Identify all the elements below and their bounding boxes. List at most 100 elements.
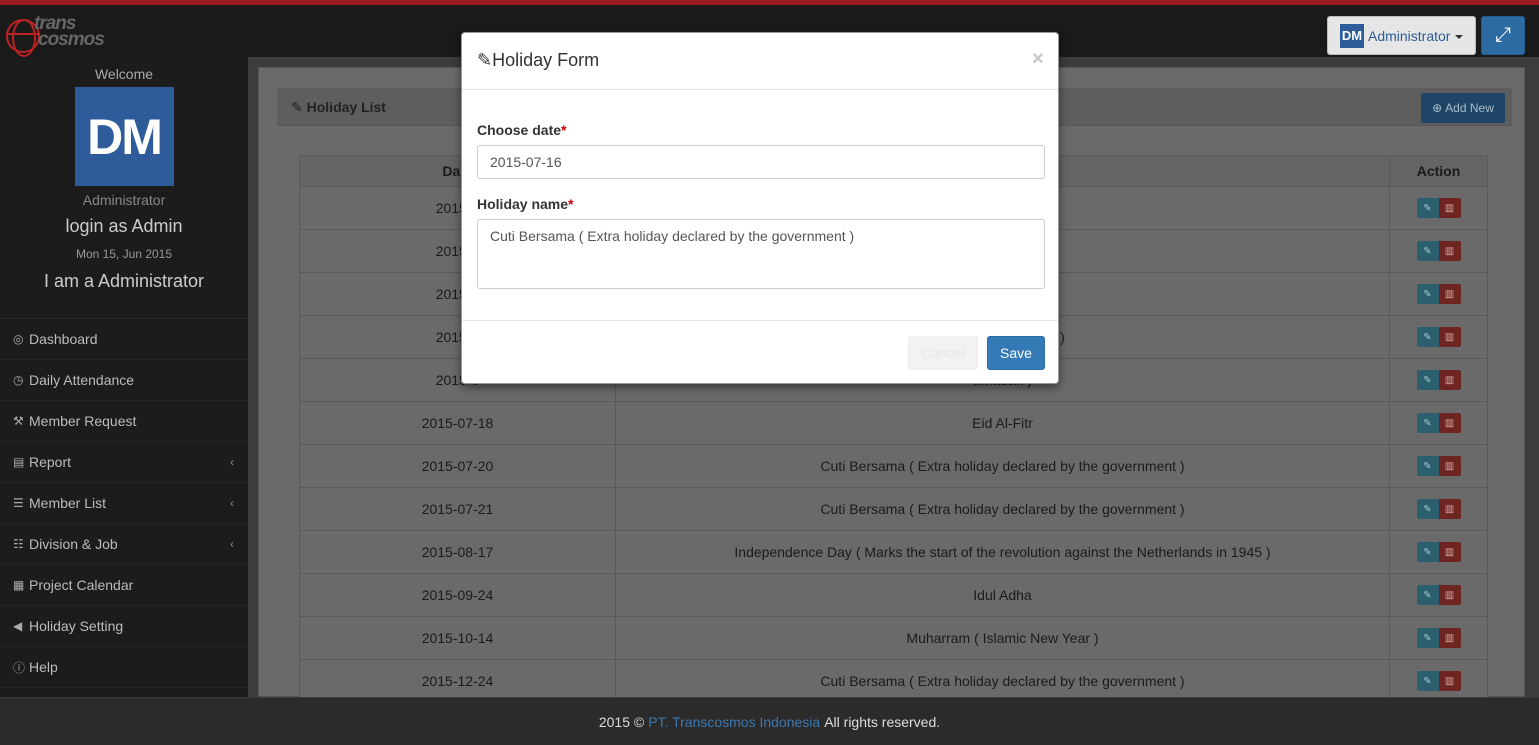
- edit-row-button[interactable]: ✎: [1416, 499, 1439, 520]
- info-icon: ⓘ: [13, 660, 26, 675]
- modal-header: ✎Holiday Form ×: [462, 33, 1058, 90]
- trash-icon: ▥: [1444, 503, 1455, 515]
- holiday-name-cell: Idul Adha: [615, 573, 1390, 617]
- sidebar-item-daily-attendance[interactable]: ◷ Daily Attendance: [0, 360, 248, 401]
- chevron-left-icon: ‹: [230, 496, 234, 510]
- edit-row-button[interactable]: ✎: [1416, 241, 1439, 262]
- edit-icon: ✎: [477, 50, 493, 70]
- date-input[interactable]: 2015-07-16: [477, 145, 1045, 179]
- delete-row-button[interactable]: ▥: [1438, 585, 1461, 606]
- user-menu-label: Administrator: [1368, 27, 1451, 44]
- trash-icon: ▥: [1444, 202, 1455, 214]
- holiday-name-cell: Cuti Bersama ( Extra holiday declared by…: [615, 487, 1390, 531]
- action-cell: ✎ ▥: [1389, 186, 1488, 230]
- cancel-button[interactable]: Cancel: [908, 336, 978, 370]
- sidebar-profile: Welcome DM Administrator login as Admin …: [0, 57, 248, 319]
- sidebar: Welcome DM Administrator login as Admin …: [0, 57, 248, 697]
- edit-row-button[interactable]: ✎: [1416, 284, 1439, 305]
- delete-row-button[interactable]: ▥: [1438, 456, 1461, 477]
- edit-icon: ✎: [1423, 632, 1432, 644]
- login-as-text: login as Admin: [65, 216, 183, 236]
- book-icon: ▤: [13, 455, 25, 469]
- sidebar-item-member-request[interactable]: ⚒ Member Request: [0, 401, 248, 442]
- sidebar-item-holiday-setting[interactable]: ◀ Holiday Setting: [0, 606, 248, 647]
- edit-row-button[interactable]: ✎: [1416, 585, 1439, 606]
- table-row: 2015-07-20 Cuti Bersama ( Extra holiday d…: [299, 444, 1488, 488]
- add-new-button[interactable]: ⊕ Add New: [1421, 93, 1505, 123]
- holiday-date-cell: 2015-07-20: [299, 444, 616, 488]
- table-row: 2015-09-24 Idul Adha ✎ ▥: [299, 573, 1488, 617]
- welcome-text: Welcome: [94, 66, 154, 82]
- edit-row-button[interactable]: ✎: [1416, 671, 1439, 692]
- delete-row-button[interactable]: ▥: [1438, 284, 1461, 305]
- action-cell: ✎ ▥: [1389, 487, 1488, 531]
- delete-row-button[interactable]: ▥: [1438, 413, 1461, 434]
- edit-row-button[interactable]: ✎: [1416, 327, 1439, 348]
- holiday-name-label: Holiday name*: [477, 196, 574, 212]
- delete-row-button[interactable]: ▥: [1438, 542, 1461, 563]
- transcosmos-logo[interactable]: trans cosmos: [6, 14, 116, 57]
- action-cell: ✎ ▥: [1389, 444, 1488, 488]
- copyright-text: 2015 ©: [598, 713, 645, 730]
- sidebar-item-label: Dashboard: [29, 331, 98, 347]
- sidebar-item-member-list[interactable]: ☰ Member List ‹: [0, 483, 248, 524]
- delete-row-button[interactable]: ▥: [1438, 671, 1461, 692]
- holiday-name-textarea[interactable]: Cuti Bersama ( Extra holiday declared by…: [477, 219, 1045, 289]
- trash-icon: ▥: [1444, 546, 1455, 558]
- sidebar-item-help[interactable]: ⓘ Help: [0, 647, 248, 688]
- gavel-icon: ⚒: [13, 414, 24, 428]
- edit-row-button[interactable]: ✎: [1416, 628, 1439, 649]
- table-row: 2015-10-14 Muharram ( Islamic New Year ) ✎…: [299, 616, 1488, 660]
- edit-icon: ✎: [291, 99, 303, 115]
- chevron-left-icon: ‹: [230, 537, 234, 551]
- user-menu-button[interactable]: DM Administrator: [1327, 16, 1476, 55]
- sidebar-item-report[interactable]: ▤ Report ‹: [0, 442, 248, 483]
- holiday-form-modal: ✎Holiday Form × Choose date* 2015-07-16 …: [461, 32, 1059, 384]
- modal-body: Choose date* 2015-07-16 Holiday name* Cu…: [462, 90, 1058, 321]
- delete-row-button[interactable]: ▥: [1438, 241, 1461, 262]
- delete-row-button[interactable]: ▥: [1438, 198, 1461, 219]
- edit-row-button[interactable]: ✎: [1416, 198, 1439, 219]
- edit-icon: ✎: [1423, 288, 1432, 300]
- delete-row-button[interactable]: ▥: [1438, 499, 1461, 520]
- holiday-date-cell: 2015-09-24: [299, 573, 616, 617]
- delete-row-button[interactable]: ▥: [1438, 327, 1461, 348]
- edit-row-button[interactable]: ✎: [1416, 542, 1439, 563]
- sidebar-item-dashboard[interactable]: ◎ Dashboard: [0, 319, 248, 360]
- edit-row-button[interactable]: ✎: [1416, 370, 1439, 391]
- fullscreen-button[interactable]: ⤢: [1481, 16, 1525, 55]
- current-date: Mon 15, Jun 2015: [75, 247, 173, 261]
- profile-role: Administrator: [82, 192, 166, 208]
- action-cell: ✎ ▥: [1389, 401, 1488, 445]
- holiday-date-cell: 2015-07-18: [299, 401, 616, 445]
- sidebar-item-label: Member List: [29, 495, 107, 511]
- sidebar-item-label: Project Calendar: [29, 577, 134, 593]
- edit-icon: ✎: [1423, 374, 1432, 386]
- save-button[interactable]: Save: [987, 336, 1045, 370]
- sidebar-item-project-calendar[interactable]: ▦ Project Calendar: [0, 565, 248, 606]
- action-cell: ✎ ▥: [1389, 530, 1488, 574]
- delete-row-button[interactable]: ▥: [1438, 628, 1461, 649]
- edit-row-button[interactable]: ✎: [1416, 413, 1439, 434]
- close-button[interactable]: ×: [1032, 48, 1044, 71]
- user-avatar: DM: [1340, 23, 1364, 48]
- holiday-date-cell: 2015-10-14: [299, 616, 616, 660]
- edit-icon: ✎: [1423, 503, 1432, 515]
- trash-icon: ▥: [1444, 374, 1455, 386]
- holiday-date-cell: 2015-08-17: [299, 530, 616, 574]
- plus-circle-icon: ⊕: [1432, 101, 1443, 115]
- edit-icon: ✎: [1423, 589, 1432, 601]
- delete-row-button[interactable]: ▥: [1438, 370, 1461, 391]
- edit-icon: ✎: [1423, 675, 1432, 687]
- edit-icon: ✎: [1423, 245, 1432, 257]
- company-link[interactable]: PT. Transcosmos Indonesia: [648, 714, 820, 730]
- calendar-icon: ▦: [13, 578, 25, 592]
- profile-avatar: DM: [74, 87, 174, 186]
- sidebar-item-label: Division & Job: [29, 536, 118, 552]
- sidebar-item-label: Help: [29, 659, 58, 675]
- sidebar-item-division-job[interactable]: ☷ Division & Job ‹: [0, 524, 248, 565]
- rights-text: All rights reserved.: [824, 713, 941, 730]
- edit-row-button[interactable]: ✎: [1416, 456, 1439, 477]
- sidebar-item-label: Holiday Setting: [29, 618, 124, 634]
- holiday-name-cell: Cuti Bersama ( Extra holiday declared by…: [615, 444, 1390, 488]
